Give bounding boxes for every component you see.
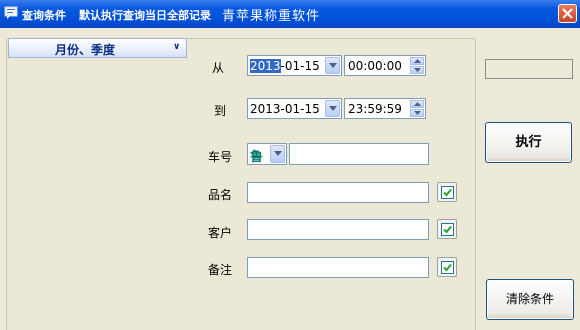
app-name: 青苹果称重软件 (222, 9, 321, 24)
arrow-down-icon (414, 111, 421, 115)
execute-button[interactable]: 执行 (485, 122, 572, 163)
title-bar: 查询条件 默认执行查询当日全部记录 青苹果称重软件 (0, 0, 580, 28)
note-label: 备注 (208, 263, 233, 277)
note-input[interactable] (247, 257, 429, 278)
plate-number-input[interactable] (289, 143, 429, 165)
to-date-picker[interactable]: 2013-01-15 (247, 98, 342, 119)
month-quarter-header[interactable]: 月份、季度 ∨ (8, 38, 187, 58)
from-date-picker[interactable]: 2013-01-15 (247, 55, 342, 76)
close-icon (562, 8, 573, 19)
product-checkbox[interactable] (437, 182, 457, 202)
chevron-down-icon (329, 63, 337, 68)
checkmark-icon (441, 186, 454, 199)
window-subtitle: 默认执行查询当日全部记录 (79, 9, 211, 22)
note-checkbox[interactable] (437, 257, 457, 277)
customer-input[interactable] (247, 219, 429, 240)
arrow-up-icon (414, 59, 421, 63)
chevron-down-icon (274, 151, 282, 156)
window-title: 查询条件 (22, 9, 66, 22)
status-box (485, 59, 573, 79)
chevron-down-icon[interactable]: ∨ (173, 42, 180, 52)
to-time-spinner[interactable] (410, 100, 424, 117)
to-time-value: 23:59:59 (348, 102, 402, 116)
product-label: 品名 (208, 188, 233, 202)
chevron-down-icon (329, 106, 337, 111)
from-time-spinner[interactable] (410, 57, 424, 74)
spin-up-button[interactable] (410, 100, 424, 108)
spin-down-button[interactable] (410, 109, 424, 117)
to-date-dropdown[interactable] (325, 100, 340, 117)
plate-prefix-value: 鲁 (250, 150, 264, 165)
customer-checkbox[interactable] (437, 219, 457, 239)
from-date-dropdown[interactable] (325, 57, 340, 74)
plate-prefix-dropdown[interactable] (270, 145, 285, 163)
close-button[interactable] (558, 4, 577, 23)
spin-up-button[interactable] (410, 57, 424, 65)
customer-label: 客户 (208, 226, 233, 240)
plate-prefix-select[interactable]: 鲁 (247, 143, 287, 165)
to-label: 到 (214, 104, 227, 118)
window-icon (4, 6, 18, 20)
checkmark-icon (441, 223, 454, 236)
product-input[interactable] (247, 182, 429, 203)
to-time-field[interactable]: 23:59:59 (344, 98, 426, 119)
plate-label: 车号 (208, 150, 233, 164)
checkmark-icon (441, 261, 454, 274)
from-time-value: 00:00:00 (348, 59, 402, 73)
from-label: 从 (212, 61, 225, 75)
arrow-up-icon (414, 102, 421, 106)
clear-conditions-button[interactable]: 清除条件 (486, 279, 574, 320)
from-time-field[interactable]: 00:00:00 (344, 55, 426, 76)
from-date-rest: -01-15 (280, 59, 320, 73)
to-date-value: 2013-01-15 (250, 102, 320, 116)
month-quarter-label: 月份、季度 (55, 43, 116, 57)
arrow-down-icon (414, 68, 421, 72)
spin-down-button[interactable] (410, 66, 424, 74)
from-date-year: 2013 (250, 59, 281, 73)
